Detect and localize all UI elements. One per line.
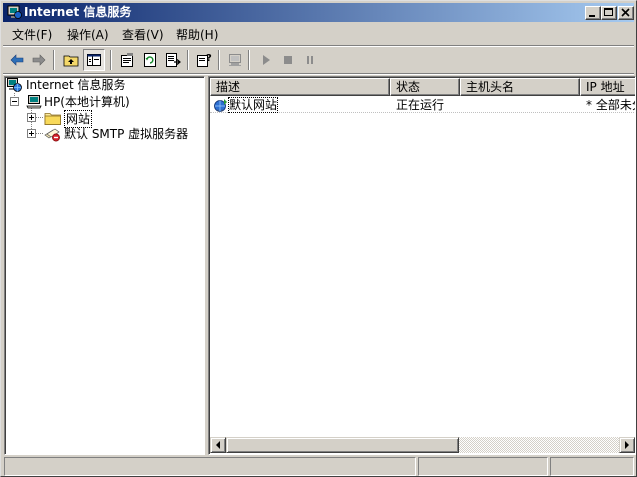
close-button[interactable] xyxy=(618,6,634,20)
properties-icon xyxy=(121,53,133,67)
scroll-left-button[interactable] xyxy=(210,437,226,453)
toolbar-separator xyxy=(187,50,189,70)
tree-label: HP(本地计算机) xyxy=(44,95,130,109)
connect-button xyxy=(224,49,246,71)
pause-button xyxy=(299,49,321,71)
forward-button[interactable] xyxy=(28,49,50,71)
column-header-description[interactable]: 描述 xyxy=(210,78,390,96)
show-tree-button[interactable] xyxy=(83,49,105,71)
show-tree-icon xyxy=(87,54,101,66)
folder-icon xyxy=(44,113,61,125)
iis-root-icon xyxy=(7,78,22,92)
toolbar: ? xyxy=(3,47,634,73)
website-name: 默认网站 xyxy=(228,97,279,113)
toolbar-separator xyxy=(218,50,220,70)
menu-action[interactable]: 操作(A) xyxy=(67,27,109,43)
list-pane[interactable]: 描述 状态 主机头名 IP 地址 默认网站 正在运行 * 全部未分 xyxy=(208,76,636,455)
back-arrow-icon xyxy=(10,54,24,66)
stop-icon xyxy=(284,56,292,64)
help-icon: ? xyxy=(197,53,212,67)
right-arrow-icon xyxy=(625,441,629,449)
export-list-button[interactable] xyxy=(162,49,184,71)
expand-toggle[interactable] xyxy=(27,113,36,122)
start-button xyxy=(255,49,277,71)
tree-label: Internet 信息服务 xyxy=(26,78,126,92)
export-list-icon xyxy=(166,53,181,67)
maximize-button[interactable] xyxy=(601,6,617,20)
iis-app-icon[interactable] xyxy=(6,5,22,20)
tree-connector xyxy=(36,133,43,134)
column-header-host[interactable]: 主机头名 xyxy=(460,78,580,96)
tree-label: 默认 SMTP 虚拟服务器 xyxy=(64,127,189,141)
play-icon xyxy=(263,55,270,65)
minimize-button[interactable] xyxy=(585,6,601,20)
stop-button xyxy=(277,49,299,71)
toolbar-separator xyxy=(248,50,250,70)
menu-file[interactable]: 文件(F) xyxy=(12,27,52,43)
left-arrow-icon xyxy=(216,441,220,449)
up-folder-icon xyxy=(63,55,79,67)
toolbar-divider xyxy=(3,73,634,75)
refresh-button[interactable] xyxy=(139,49,161,71)
status-pane-main xyxy=(4,457,416,476)
menu-view[interactable]: 查看(V) xyxy=(122,27,164,43)
expand-toggle[interactable] xyxy=(27,129,36,138)
toolbar-separator xyxy=(110,50,112,70)
website-ip: * 全部未分 xyxy=(586,98,635,112)
website-globe-icon xyxy=(214,99,227,112)
forward-arrow-icon xyxy=(32,54,46,66)
svg-text:?: ? xyxy=(206,53,212,64)
list-row[interactable]: 默认网站 正在运行 * 全部未分 xyxy=(210,97,635,113)
pause-icon xyxy=(307,56,313,64)
scroll-right-button[interactable] xyxy=(619,437,635,453)
website-status: 正在运行 xyxy=(396,98,445,112)
collapse-toggle[interactable] xyxy=(10,97,19,106)
iis-window: Internet 信息服务 文件(F) 操作(A) 查看(V) 帮助(H) ? … xyxy=(0,0,637,477)
tree-pane[interactable]: Internet 信息服务 HP(本地计算机) 网站 默认 SMTP 虚拟服务器 xyxy=(4,76,205,455)
up-level-button[interactable] xyxy=(60,49,82,71)
properties-button[interactable] xyxy=(116,49,138,71)
status-pane-2 xyxy=(418,457,548,476)
toolbar-separator xyxy=(53,50,55,70)
help-button[interactable]: ? xyxy=(193,49,215,71)
window-title: Internet 信息服务 xyxy=(24,5,132,19)
connect-computer-icon xyxy=(229,54,241,66)
tree-connector xyxy=(36,117,43,118)
refresh-icon xyxy=(144,53,156,67)
back-button[interactable] xyxy=(6,49,28,71)
menu-bar: 文件(F) 操作(A) 查看(V) 帮助(H) xyxy=(3,25,634,45)
title-bar[interactable]: Internet 信息服务 xyxy=(3,3,634,22)
status-pane-3 xyxy=(550,457,634,476)
smtp-server-icon xyxy=(44,128,60,142)
computer-icon xyxy=(26,95,42,109)
menu-help[interactable]: 帮助(H) xyxy=(176,27,218,43)
scroll-thumb[interactable] xyxy=(226,437,459,453)
column-header-ip[interactable]: IP 地址 xyxy=(580,78,635,96)
column-header-status[interactable]: 状态 xyxy=(390,78,460,96)
